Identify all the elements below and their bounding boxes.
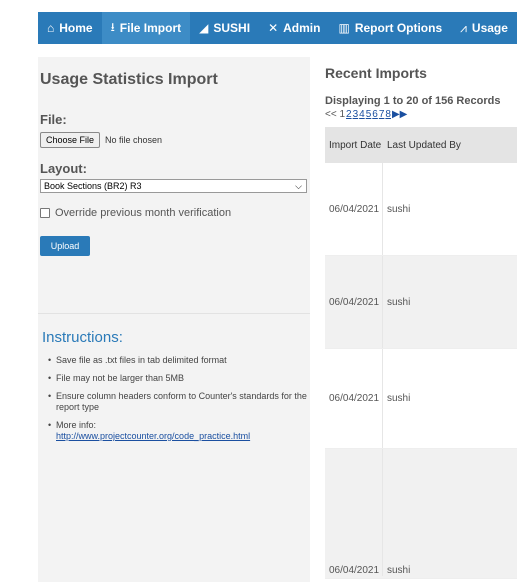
nav-sushi-label: SUSHI (213, 21, 251, 35)
home-icon: ⌂ (47, 21, 55, 35)
table-header: Import Date Last Updated By (325, 127, 517, 163)
list-item: Ensure column headers conform to Counter… (48, 391, 308, 413)
table-row: 06/04/2021 sushi (325, 349, 517, 449)
recent-imports-table: Import Date Last Updated By 06/04/2021 s… (325, 127, 517, 579)
nav-file-import-label: File Import (119, 21, 182, 35)
nav-usage-label: Usage (471, 21, 508, 35)
pager-page-3[interactable]: 3 (353, 109, 359, 120)
records-summary: Displaying 1 to 20 of 156 Records (325, 95, 501, 107)
sushi-icon: ◢ (199, 21, 209, 35)
header-last-updated-by[interactable]: Last Updated By (383, 140, 517, 151)
header-import-date[interactable]: Import Date (325, 140, 383, 151)
nav-report-options-label: Report Options (354, 21, 443, 35)
table-row: 06/04/2021 sushi (325, 163, 517, 256)
pager-page-2[interactable]: 2 (346, 109, 352, 120)
cell-updated-by: sushi (387, 203, 411, 215)
more-info-label: More info: (56, 420, 97, 430)
table-row: 06/04/2021 sushi (325, 449, 517, 579)
list-item: Save file as .txt files in tab delimited… (48, 355, 308, 366)
cell-import-date: 06/04/2021 (325, 256, 383, 348)
nav-admin-label: Admin (283, 21, 321, 35)
nav-admin[interactable]: ✕ Admin (259, 12, 329, 44)
pager-page-7[interactable]: 7 (379, 109, 385, 120)
pager-next-icon[interactable]: ▶▶ (392, 109, 407, 120)
file-label: File: (40, 112, 67, 127)
pager-page-4[interactable]: 4 (359, 109, 365, 120)
instructions-list: Save file as .txt files in tab delimited… (48, 355, 308, 449)
list-item: More info: http://www.projectcounter.org… (48, 420, 308, 442)
main-nav: ⌂ Home ⭳ File Import ◢ SUSHI ✕ Admin ▥ R… (38, 12, 517, 44)
layout-label: Layout: (40, 161, 87, 176)
nav-file-import[interactable]: ⭳ File Import (101, 12, 191, 44)
override-checkbox[interactable] (40, 208, 50, 218)
nav-sushi[interactable]: ◢ SUSHI (190, 12, 259, 44)
nav-home[interactable]: ⌂ Home (38, 12, 102, 44)
cell-updated-by: sushi (387, 565, 411, 576)
divider (38, 313, 310, 314)
choose-file-button[interactable]: Choose File (40, 132, 101, 148)
recent-imports-panel: Recent Imports Displaying 1 to 20 of 156… (325, 57, 517, 582)
pager-current: 1 (339, 109, 346, 120)
nav-home-label: Home (59, 21, 93, 35)
pagination: << 12345678▶▶ (325, 109, 407, 120)
no-file-text: No file chosen (105, 135, 163, 145)
cell-updated-by: sushi (387, 296, 411, 308)
line-chart-icon: ⩘ (460, 20, 467, 35)
nav-report-options[interactable]: ▥ Report Options (329, 12, 451, 44)
cell-import-date: 06/04/2021 (325, 349, 383, 448)
pager-page-8[interactable]: 8 (385, 109, 391, 120)
import-panel: Usage Statistics Import File: Choose Fil… (38, 57, 310, 582)
cell-updated-by: sushi (387, 393, 411, 404)
file-picker: Choose File No file chosen (40, 132, 162, 148)
pager-page-5[interactable]: 5 (366, 109, 372, 120)
import-title: Usage Statistics Import (40, 71, 218, 88)
nav-usage[interactable]: ⩘ Usage (451, 12, 517, 44)
pager-prev[interactable]: << (325, 109, 337, 120)
recent-imports-title: Recent Imports (325, 65, 427, 81)
tools-icon: ✕ (268, 21, 279, 35)
instructions-title: Instructions: (42, 329, 123, 346)
list-item: File may not be larger than 5MB (48, 373, 308, 384)
pager-page-6[interactable]: 6 (372, 109, 378, 120)
upload-button[interactable]: Upload (40, 236, 90, 256)
layout-select-value: Book Sections (BR2) R3 (44, 181, 142, 191)
table-row: 06/04/2021 sushi (325, 256, 517, 349)
override-option[interactable]: Override previous month verification (40, 207, 231, 219)
cell-import-date: 06/04/2021 (325, 163, 383, 255)
override-label: Override previous month verification (55, 207, 232, 219)
counter-link[interactable]: http://www.projectcounter.org/code_pract… (56, 431, 250, 441)
cell-import-date: 06/04/2021 (325, 449, 383, 576)
layout-select[interactable]: Book Sections (BR2) R3 ⌵ (40, 179, 307, 193)
bar-chart-icon: ▥ (338, 21, 350, 35)
upload-icon: ⭳ (110, 19, 115, 34)
top-bar: ⌂ Home ⭳ File Import ◢ SUSHI ✕ Admin ▥ R… (0, 0, 517, 44)
chevron-down-icon: ⌵ (295, 181, 302, 191)
